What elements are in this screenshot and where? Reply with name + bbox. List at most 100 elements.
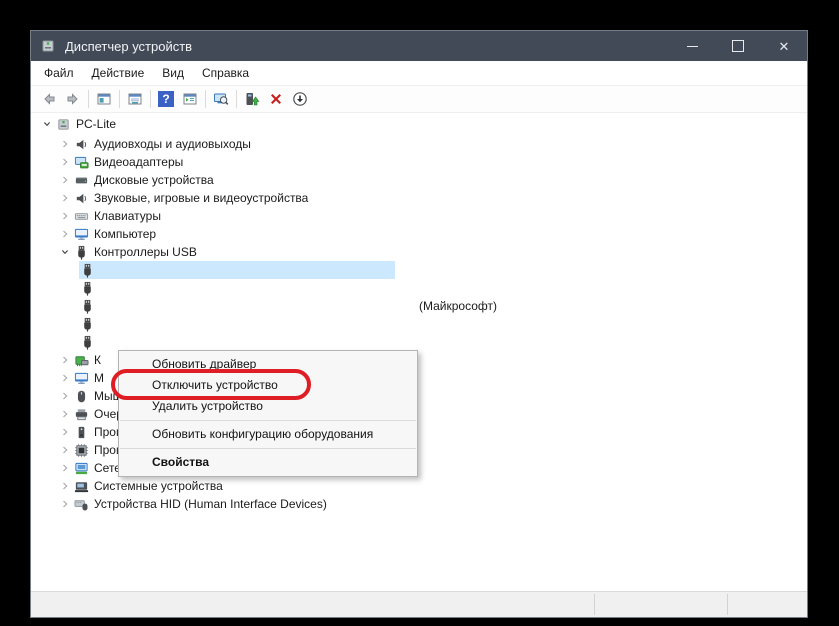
device-manager-window: Диспетчер устройств ✕ Файл Действие Вид … [30, 30, 808, 618]
chevron-right-icon[interactable] [57, 496, 73, 512]
usb-icon [79, 262, 95, 278]
usb-icon [79, 334, 95, 350]
tree-item-label: Аудиовходы и аудиовыходы [94, 137, 251, 151]
menu-bar: Файл Действие Вид Справка [31, 61, 807, 86]
chevron-right-icon[interactable] [57, 208, 73, 224]
tree-item-hid-devices[interactable]: Устройства HID (Human Interface Devices) [31, 495, 807, 513]
tree-item-usb-device[interactable] [31, 279, 807, 297]
forward-button[interactable] [61, 88, 85, 110]
speaker-icon [73, 190, 89, 206]
disable-device-icon [292, 91, 308, 107]
uninstall-device-button[interactable] [264, 88, 288, 110]
tree-item-keyboards[interactable]: Клавиатуры [31, 207, 807, 225]
title-bar: Диспетчер устройств ✕ [31, 31, 807, 61]
tree-item-system-devices[interactable]: Системные устройства [31, 477, 807, 495]
system-device-icon [73, 478, 89, 494]
status-bar [31, 591, 807, 617]
tree-item-label: Дисковые устройства [94, 173, 214, 187]
chevron-right-icon[interactable] [57, 190, 73, 206]
chevron-right-icon[interactable] [57, 172, 73, 188]
update-driver-icon [244, 91, 260, 107]
tree-item-label: Системные устройства [94, 479, 223, 493]
display-adapter-icon [73, 154, 89, 170]
chevron-right-icon[interactable] [57, 226, 73, 242]
toolbar: ? [31, 86, 807, 113]
chevron-expanded-icon[interactable] [39, 116, 55, 132]
toolbar-separator [205, 90, 206, 108]
annotation-ellipse [111, 369, 311, 400]
chevron-right-icon[interactable] [57, 370, 73, 386]
close-button[interactable]: ✕ [761, 31, 807, 61]
console-tree-icon [96, 91, 112, 107]
close-icon: ✕ [779, 40, 790, 53]
toolbar-separator [236, 90, 237, 108]
menu-view[interactable]: Вид [153, 61, 193, 85]
minimize-icon [687, 46, 698, 47]
window-title: Диспетчер устройств [65, 39, 192, 54]
menu-help[interactable]: Справка [193, 61, 258, 85]
tree-item-usb-device-microsoft[interactable]: (Майкрософт) [31, 297, 807, 315]
help-icon: ? [158, 91, 174, 107]
uninstall-icon [268, 91, 284, 107]
tree-item-label: К [94, 353, 101, 367]
tree-item-label: Контроллеры USB [94, 245, 197, 259]
network-adapter-icon [73, 460, 89, 476]
status-bar-separator [594, 594, 595, 615]
tree-item-sound[interactable]: Звуковые, игровые и видеоустройства [31, 189, 807, 207]
back-button[interactable] [37, 88, 61, 110]
console-tree-button[interactable] [92, 88, 116, 110]
tree-item-usb-device-selected[interactable] [31, 261, 807, 279]
help-button[interactable]: ? [154, 88, 178, 110]
chevron-right-icon[interactable] [57, 154, 73, 170]
device-tree: PC-Lite Аудиовходы и аудиовыходы [31, 113, 807, 591]
usb-icon [79, 298, 95, 314]
chevron-right-icon[interactable] [57, 424, 73, 440]
chevron-right-icon[interactable] [57, 352, 73, 368]
tree-item-label: PC-Lite [76, 117, 116, 131]
tree-item-disks[interactable]: Дисковые устройства [31, 171, 807, 189]
window-list-button[interactable] [178, 88, 202, 110]
tree-item-pc-lite[interactable]: PC-Lite [31, 113, 807, 135]
chevron-right-icon[interactable] [57, 406, 73, 422]
hid-icon [73, 496, 89, 512]
tree-item-label: М [94, 371, 104, 385]
usb-icon [73, 244, 89, 260]
chevron-right-icon[interactable] [57, 442, 73, 458]
maximize-button[interactable] [715, 31, 761, 61]
tree-item-usb-controllers[interactable]: Контроллеры USB [31, 243, 807, 261]
tree-item-label: Клавиатуры [94, 209, 161, 223]
tree-item-audio[interactable]: Аудиовходы и аудиовыходы [31, 135, 807, 153]
context-menu-separator [120, 420, 416, 421]
scan-hardware-button[interactable] [209, 88, 233, 110]
chevron-right-icon[interactable] [57, 478, 73, 494]
tree-item-computer[interactable]: Компьютер [31, 225, 807, 243]
chevron-right-icon[interactable] [57, 460, 73, 476]
keyboard-icon [73, 208, 89, 224]
chevron-expanded-icon[interactable] [57, 244, 73, 260]
minimize-button[interactable] [669, 31, 715, 61]
toolbar-separator [119, 90, 120, 108]
context-menu-separator [120, 448, 416, 449]
device-manager-icon [40, 38, 56, 54]
properties-button[interactable] [123, 88, 147, 110]
properties-window-icon [127, 91, 143, 107]
context-menu-item-properties[interactable]: Свойства [119, 452, 417, 473]
disable-device-button[interactable] [288, 88, 312, 110]
tree-item-usb-device[interactable] [31, 315, 807, 333]
chevron-right-icon[interactable] [57, 388, 73, 404]
tree-item-video[interactable]: Видеоадаптеры [31, 153, 807, 171]
forward-icon [65, 91, 81, 107]
menu-file[interactable]: Файл [35, 61, 83, 85]
tree-item-usb-device[interactable] [31, 333, 807, 351]
tree-item-label-fragment: (Майкрософт) [419, 299, 497, 313]
software-device-icon [73, 424, 89, 440]
update-driver-button[interactable] [240, 88, 264, 110]
maximize-icon [732, 40, 744, 52]
monitor-icon [73, 226, 89, 242]
chevron-right-icon[interactable] [57, 136, 73, 152]
context-menu-item-scan-hardware[interactable]: Обновить конфигурацию оборудования [119, 424, 417, 445]
mouse-icon [73, 388, 89, 404]
storage-controller-icon [73, 352, 89, 368]
menu-action[interactable]: Действие [83, 61, 154, 85]
back-icon [41, 91, 57, 107]
